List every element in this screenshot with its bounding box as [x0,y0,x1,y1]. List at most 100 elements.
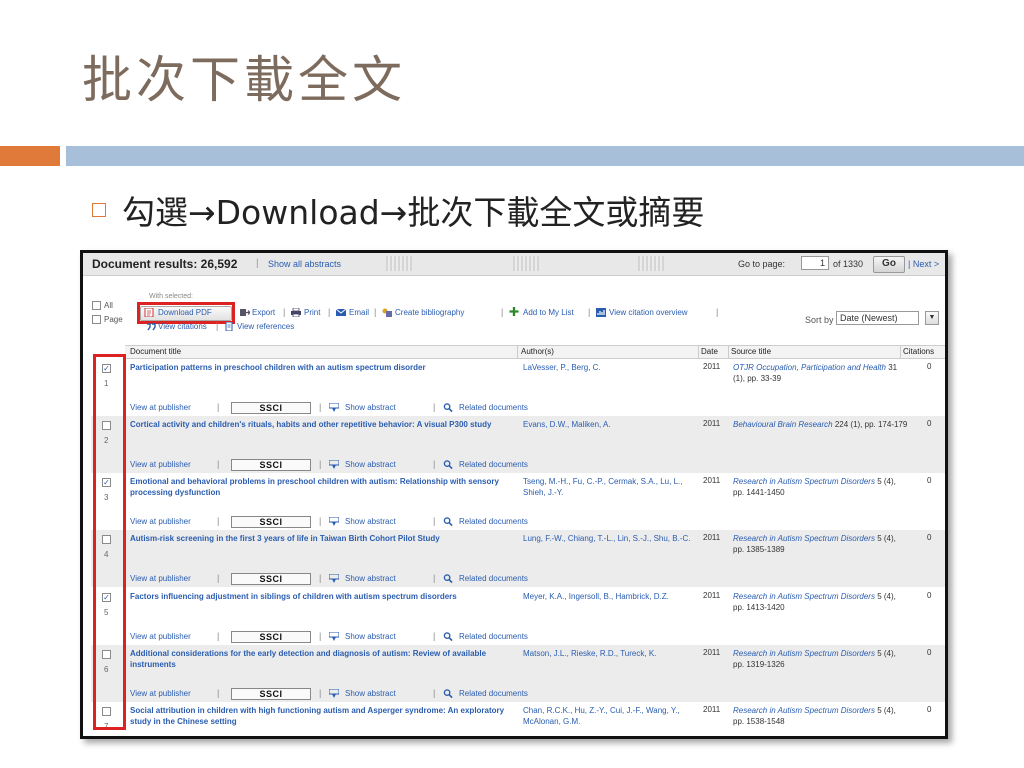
authors-link[interactable]: Matson, J.L., Rieske, R.D., Tureck, K. [523,648,698,659]
source-title-link[interactable]: Research in Autism Spectrum Disorders [733,477,875,486]
authors-link[interactable]: Tseng, M.-H., Fu, C.-P., Cermak, S.A., L… [523,476,698,498]
show-abstract-link[interactable]: Show abstract [345,689,396,698]
magnifier-icon [443,689,453,698]
ssci-button[interactable]: SSCI [231,402,311,414]
source-title: Research in Autism Spectrum Disorders 5 … [733,533,908,555]
highlight-box-checkboxes [93,354,126,730]
source-title-link[interactable]: Behavioural Brain Research [733,420,833,429]
show-abstract-link[interactable]: Show abstract [345,403,396,412]
bullet-text: 勾選→Download→批次下載全文或摘要 [122,193,705,232]
view-at-publisher-link[interactable]: View at publisher [130,403,191,412]
col-header-date[interactable]: Date [701,347,718,356]
add-to-my-list-link[interactable]: Add to My List [523,308,574,317]
page-number-input[interactable]: 1 [801,256,829,270]
source-title-link[interactable]: Research in Autism Spectrum Disorders [733,706,875,715]
source-title-link[interactable]: Research in Autism Spectrum Disorders [733,534,875,543]
separator: | [319,688,322,698]
email-link[interactable]: Email [349,308,369,317]
authors-link[interactable]: Chan, R.C.K., Hu, Z.-Y., Cui, J.-F., Wan… [523,705,698,727]
view-at-publisher-link[interactable]: View at publisher [130,689,191,698]
authors-link[interactable]: Evans, D.W., Maliken, A. [523,419,698,430]
show-abstract-link[interactable]: Show abstract [345,574,396,583]
show-abstract-link[interactable]: Show abstract [345,517,396,526]
view-at-publisher-link[interactable]: View at publisher [130,632,191,641]
document-title-link[interactable]: Autism-risk screening in the first 3 yea… [130,533,515,544]
row-actions: View at publisher | SSCI | Show abstract | Rel… [130,402,650,414]
select-page-checkbox[interactable] [92,315,101,324]
magnifier-icon [443,574,453,583]
next-page-link[interactable]: | Next > [908,259,939,269]
print-link[interactable]: Print [304,308,320,317]
authors-link[interactable]: Lung, F.-W., Chiang, T.-L., Lin, S.-J., … [523,533,698,544]
view-at-publisher-link[interactable]: View at publisher [130,460,191,469]
column-divider [698,346,699,358]
chart-icon [596,308,606,317]
export-link[interactable]: Export [252,308,275,317]
header-pattern [638,256,664,271]
ssci-button[interactable]: SSCI [231,459,311,471]
separator: | [217,688,220,698]
header-pattern [513,256,539,271]
document-title-link[interactable]: Factors influencing adjustment in siblin… [130,591,515,602]
document-title-link[interactable]: Cortical activity and children's rituals… [130,419,515,430]
publication-date: 2011 [703,648,721,657]
row-actions: View at publisher | SSCI | Show abstract | Rel… [130,631,650,643]
col-header-source[interactable]: Source title [731,347,771,356]
chevron-down-icon[interactable]: ▼ [925,311,939,325]
separator: | [501,307,504,317]
ssci-button[interactable]: SSCI [231,631,311,643]
view-at-publisher-link[interactable]: View at publisher [130,517,191,526]
view-at-publisher-link[interactable]: View at publisher [130,574,191,583]
publication-date: 2011 [703,533,721,542]
related-documents-link[interactable]: Related documents [459,574,528,583]
col-header-authors[interactable]: Author(s) [521,347,554,356]
source-title: Research in Autism Spectrum Disorders 5 … [733,591,908,613]
source-title-link[interactable]: OTJR Occupation, Participation and Healt… [733,363,886,372]
select-all-checkbox[interactable] [92,301,101,310]
related-documents-link[interactable]: Related documents [459,403,528,412]
source-title-link[interactable]: Research in Autism Spectrum Disorders [733,592,875,601]
document-title-link[interactable]: Participation patterns in preschool chil… [130,362,515,373]
source-title-link[interactable]: Research in Autism Spectrum Disorders [733,649,875,658]
document-title-link[interactable]: Additional considerations for the early … [130,648,515,670]
publication-date: 2011 [703,705,721,714]
citation-count: 0 [927,705,932,714]
related-documents-link[interactable]: Related documents [459,460,528,469]
ssci-button[interactable]: SSCI [231,516,311,528]
abstract-arrow-icon [329,632,339,641]
plus-icon [509,307,519,316]
col-header-citations[interactable]: Citations [903,347,934,356]
publication-date: 2011 [703,362,721,371]
bullet-square-icon [92,203,106,217]
row-actions: View at publisher | SSCI | Show abstract | Rel… [130,516,650,528]
document-title-link[interactable]: Social attribution in children with high… [130,705,515,727]
citation-count: 0 [927,533,932,542]
related-documents-link[interactable]: Related documents [459,632,528,641]
ssci-button[interactable]: SSCI [231,573,311,585]
col-header-title[interactable]: Document title [130,347,181,356]
separator: | [433,402,436,412]
authors-link[interactable]: Meyer, K.A., Ingersoll, B., Hambrick, D.… [523,591,698,602]
row-actions: View at publisher | SSCI | Show abstract | Rel… [130,688,650,700]
source-volume: 224 (1), pp. 174-179 [832,420,908,429]
citation-count: 0 [927,476,932,485]
show-abstract-link[interactable]: Show abstract [345,460,396,469]
ssci-button[interactable]: SSCI [231,688,311,700]
view-references-link[interactable]: View references [237,322,294,331]
related-documents-link[interactable]: Related documents [459,689,528,698]
document-title-link[interactable]: Emotional and behavioral problems in pre… [130,476,515,498]
publication-date: 2011 [703,476,721,485]
go-button[interactable]: Go [873,256,905,273]
create-bibliography-link[interactable]: Create bibliography [395,308,464,317]
next-link-label[interactable]: Next > [913,259,939,269]
view-citation-overview-link[interactable]: View citation overview [609,308,688,317]
separator: | [433,688,436,698]
related-documents-link[interactable]: Related documents [459,517,528,526]
authors-link[interactable]: LaVesser, P., Berg, C. [523,362,698,373]
sort-select[interactable]: Date (Newest) [836,311,919,325]
show-abstract-link[interactable]: Show abstract [345,632,396,641]
show-all-abstracts-link[interactable]: Show all abstracts [268,259,341,269]
separator: | [283,307,286,317]
view-citations-link[interactable]: View citations [158,322,207,331]
citation-count: 0 [927,362,932,371]
